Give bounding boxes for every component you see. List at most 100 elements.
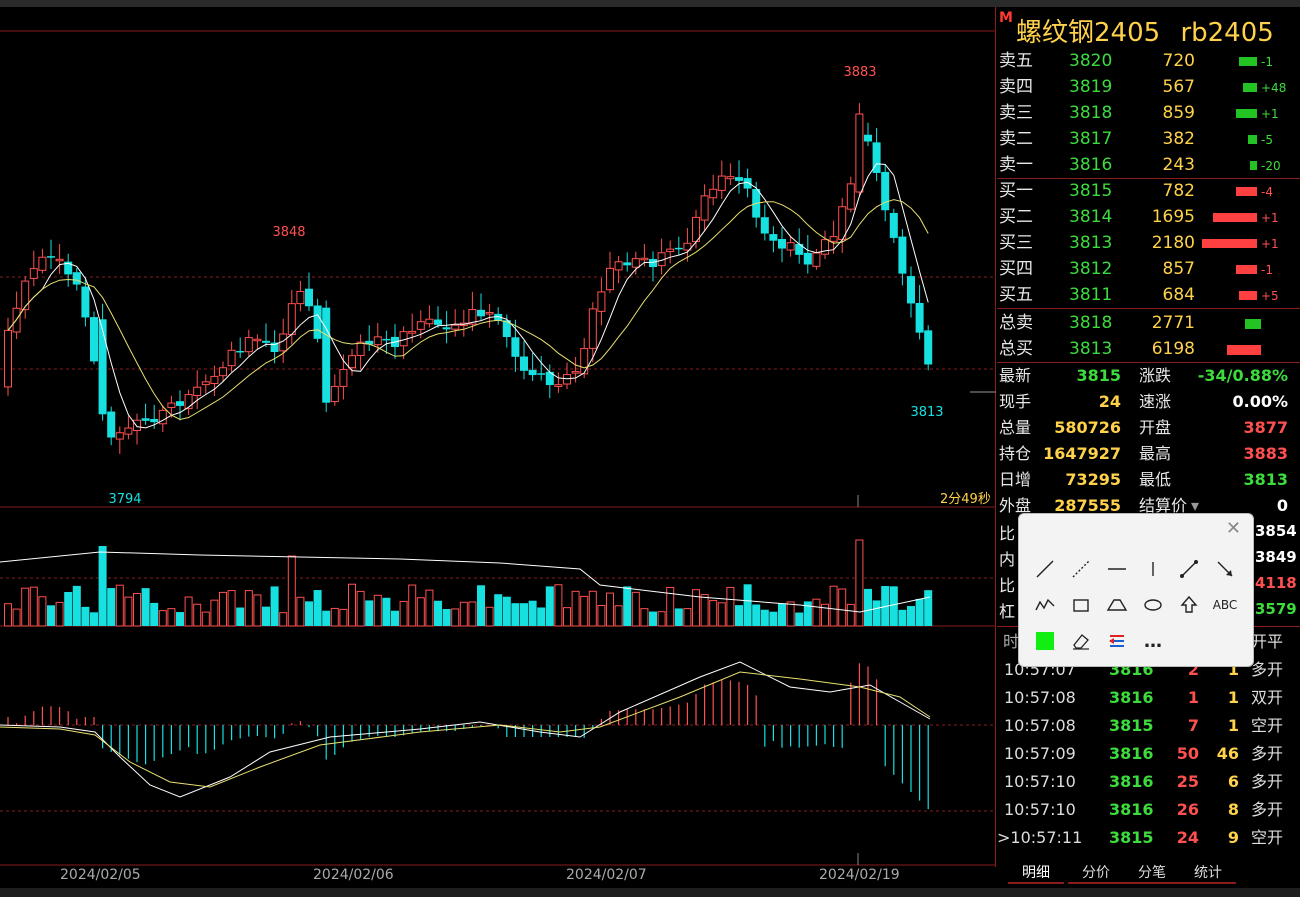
volume-bar <box>253 594 262 627</box>
quote-item: 日增 73295 <box>999 467 1121 493</box>
instrument-name: 螺纹钢2405 <box>1016 18 1161 48</box>
volume-bar <box>330 607 339 627</box>
volume-bar <box>313 590 322 626</box>
candle-body <box>511 337 520 357</box>
book-volume-change: -20 <box>1261 159 1281 173</box>
total-price: 3813 <box>1069 339 1113 359</box>
volume-bar <box>201 611 210 627</box>
book-level-label: 卖二 <box>999 129 1033 149</box>
vertical-line-tool[interactable] <box>1138 554 1168 584</box>
candle-body <box>416 321 425 330</box>
candle-body <box>528 369 537 376</box>
candle-body <box>219 367 227 377</box>
low-annotation: 3794 <box>108 492 141 507</box>
candle-body <box>709 188 718 199</box>
volume-bar <box>47 605 55 626</box>
volume-bar <box>778 603 786 626</box>
tick-row[interactable]: 10:57:08 3815 7 1 空开 <box>999 712 1297 740</box>
tick-oi-change: 1 <box>1227 688 1239 707</box>
ask-row[interactable]: 卖三 3818 859 +1 <box>999 100 1297 126</box>
quote-value: 1647927 <box>1043 444 1121 463</box>
volume-bar <box>864 588 872 626</box>
horizontal-line-tool[interactable] <box>1102 554 1132 584</box>
triangle-tool[interactable] <box>1102 590 1132 620</box>
bar-countdown: 2分49秒 <box>940 492 991 507</box>
candle-body <box>666 248 675 253</box>
align-tool[interactable] <box>1102 626 1132 656</box>
line-tool[interactable] <box>1030 554 1060 584</box>
tick-row[interactable]: 10:57:10 3816 25 6 多开 <box>999 768 1297 796</box>
ask-row[interactable]: 卖一 3816 243 -20 <box>999 152 1297 178</box>
volume-bar <box>735 605 743 626</box>
candle-body <box>72 272 81 285</box>
volume-bar <box>81 606 90 626</box>
up-arrow-tool[interactable] <box>1174 590 1204 620</box>
volume-bar <box>64 591 73 626</box>
tab-tick-records[interactable]: 分笔 <box>1124 862 1180 884</box>
text-tool[interactable]: ABC <box>1210 590 1240 620</box>
volume-bar <box>167 608 176 627</box>
volume-bar <box>924 590 933 626</box>
bid-row[interactable]: 买一 3815 782 -4 <box>999 178 1297 204</box>
book-level-label: 卖一 <box>999 155 1033 175</box>
total-buy-row: 总买 3813 6198 <box>999 336 1297 362</box>
ask-row[interactable]: 卖四 3819 567 +48 <box>999 74 1297 100</box>
volume-bar <box>90 612 98 626</box>
tick-row[interactable]: 10:57:08 3816 1 1 双开 <box>999 684 1297 712</box>
tab-detail[interactable]: 明细 <box>1008 862 1064 884</box>
tick-row[interactable]: 10:57:09 3816 50 46 多开 <box>999 740 1297 768</box>
segment-tool[interactable] <box>1174 554 1204 584</box>
toolbox-close-button[interactable]: ✕ <box>1226 518 1241 539</box>
volume-bar <box>158 610 167 627</box>
volume-bar <box>227 590 236 627</box>
candle-body <box>520 356 528 371</box>
color-tool[interactable] <box>1030 626 1060 656</box>
volume-bar <box>425 589 434 627</box>
tick-volume: 7 <box>1187 716 1199 735</box>
zigzag-tool[interactable] <box>1030 590 1060 620</box>
candle-body <box>305 288 313 307</box>
tick-price: 3815 <box>1109 716 1154 735</box>
volume-bar <box>872 600 881 626</box>
more-tool[interactable]: … <box>1138 626 1168 656</box>
align-icon <box>1109 635 1124 647</box>
ask-row[interactable]: 卖二 3817 382 -5 <box>999 126 1297 152</box>
book-level-label: 卖四 <box>999 77 1033 97</box>
volume-bar <box>124 596 133 627</box>
book-price: 3818 <box>1069 103 1113 123</box>
volume-bar <box>21 587 30 627</box>
bid-row[interactable]: 买四 3812 857 -1 <box>999 256 1297 282</box>
ellipse-tool[interactable] <box>1138 590 1168 620</box>
rectangle-tool[interactable] <box>1066 590 1096 620</box>
volume-bar <box>305 601 313 626</box>
bid-row[interactable]: 买三 3813 2180 +1 <box>999 230 1297 256</box>
candle-body <box>554 384 563 387</box>
text-tool-label: ABC <box>1212 598 1238 612</box>
candle-body <box>227 349 236 367</box>
volume-bar <box>494 594 503 626</box>
eraser-tool[interactable] <box>1066 626 1096 656</box>
candle-body <box>580 348 589 375</box>
tab-price-distribution[interactable]: 分价 <box>1068 862 1124 884</box>
quote-value-partial: 3579 <box>1255 600 1297 618</box>
volume-bar <box>674 608 683 626</box>
candle-body <box>769 234 778 241</box>
tab-statistics[interactable]: 统计 <box>1180 862 1236 884</box>
dashed-line-tool[interactable] <box>1066 554 1096 584</box>
date-label: 2024/02/05 <box>60 867 141 883</box>
kline-chart[interactable]: 3883 3794 3848 3813 <box>0 7 996 867</box>
bid-row[interactable]: 买五 3811 684 +5 <box>999 282 1297 308</box>
tick-row[interactable]: >10:57:11 3815 24 9 空开 <box>997 824 1297 852</box>
volume-bar <box>511 603 520 626</box>
volume-bar <box>502 596 511 626</box>
book-volume-change: +1 <box>1261 107 1279 121</box>
ask-row[interactable]: 卖五 3820 720 -1 <box>999 48 1297 74</box>
volume-bar <box>244 590 253 627</box>
instrument-title: 螺纹钢2405 rb2405 <box>1016 12 1274 49</box>
bid-row[interactable]: 买二 3814 1695 +1 <box>999 204 1297 230</box>
quote-value: 3883 <box>1243 444 1288 463</box>
arrow-tool[interactable] <box>1210 554 1240 584</box>
volume-bar <box>743 584 752 626</box>
quote-label: 最低 <box>1139 470 1172 489</box>
tick-row[interactable]: 10:57:10 3816 26 8 多开 <box>999 796 1297 824</box>
